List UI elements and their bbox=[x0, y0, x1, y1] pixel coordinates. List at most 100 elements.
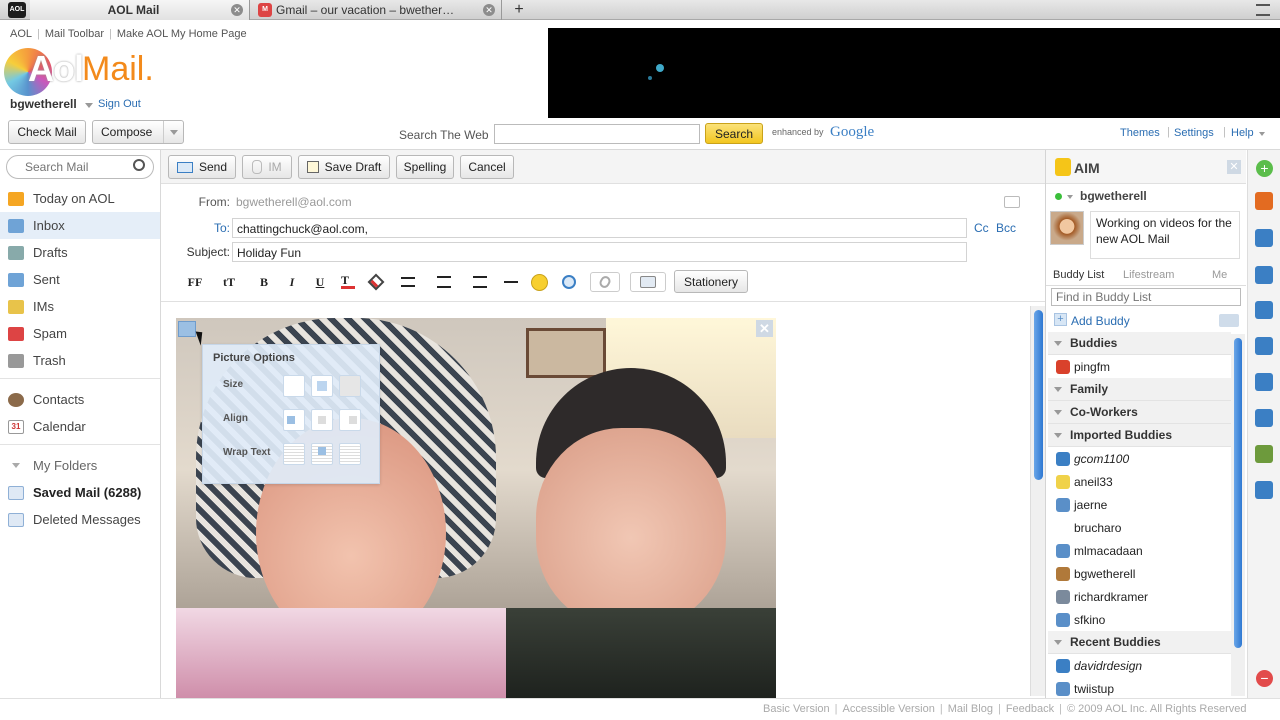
emoticon-icon[interactable] bbox=[529, 272, 549, 292]
italic-button[interactable]: I bbox=[283, 272, 301, 292]
insert-link-icon[interactable] bbox=[560, 272, 578, 292]
bcc-link[interactable]: Bcc bbox=[996, 221, 1016, 235]
aol-gadget-icon[interactable] bbox=[1255, 481, 1273, 499]
help-link[interactable]: Help bbox=[1231, 127, 1254, 139]
my-folder-item[interactable]: Deleted Messages bbox=[0, 506, 160, 533]
scroll-thumb[interactable] bbox=[1234, 338, 1242, 648]
wrap-right-option[interactable] bbox=[339, 443, 361, 465]
check-mail-button[interactable]: Check Mail bbox=[8, 120, 86, 144]
align-icon[interactable] bbox=[395, 272, 421, 292]
indent-icon[interactable] bbox=[467, 272, 493, 292]
advertisement-banner[interactable] bbox=[548, 28, 1280, 118]
buddy-list-scrollbar[interactable] bbox=[1231, 334, 1245, 696]
attach-paperclip-icon[interactable] bbox=[590, 272, 620, 292]
sidebar-item-sent[interactable]: Sent bbox=[0, 266, 160, 293]
buddy-item[interactable]: bgwetherell bbox=[1050, 562, 1230, 585]
add-buddy-icon[interactable]: + bbox=[1054, 313, 1067, 326]
buddy-item[interactable]: jaerne bbox=[1050, 493, 1230, 516]
my-folder-item[interactable]: Saved Mail (6288) bbox=[0, 479, 160, 506]
image-options-handle-icon[interactable] bbox=[178, 321, 196, 337]
remove-image-icon[interactable]: ✕ bbox=[756, 320, 773, 337]
buddy-item[interactable]: richardkramer bbox=[1050, 585, 1230, 608]
close-tab-icon[interactable]: ✕ bbox=[483, 4, 495, 16]
buddy-item[interactable]: aneil33 bbox=[1050, 470, 1230, 493]
new-tab-button[interactable]: + bbox=[508, 0, 530, 20]
font-size-button[interactable]: tT bbox=[218, 272, 240, 292]
mail-blog-link[interactable]: Mail Blog bbox=[948, 703, 993, 715]
search-icon[interactable] bbox=[133, 159, 145, 171]
aim-gadget-icon[interactable] bbox=[1255, 192, 1273, 210]
status-chevron-icon[interactable] bbox=[1067, 195, 1073, 199]
align-center-option[interactable] bbox=[311, 409, 333, 431]
online-status-icon[interactable] bbox=[1055, 193, 1062, 200]
make-homepage-link[interactable]: Make AOL My Home Page bbox=[117, 28, 247, 40]
search-mail-box[interactable] bbox=[6, 155, 154, 179]
tab-list-icon[interactable] bbox=[1256, 4, 1270, 16]
save-draft-button[interactable]: Save Draft bbox=[298, 155, 390, 179]
tab-me[interactable]: Me bbox=[1212, 269, 1227, 281]
find-buddy-input[interactable] bbox=[1051, 288, 1241, 306]
size-large-option[interactable] bbox=[339, 375, 361, 397]
sidebar-item-ims[interactable]: IMs bbox=[0, 293, 160, 320]
underline-button[interactable]: U bbox=[311, 272, 329, 292]
text-color-icon[interactable]: T bbox=[339, 272, 357, 292]
buddy-group-imported-buddies[interactable]: Imported Buddies bbox=[1048, 424, 1231, 447]
search-web-input[interactable] bbox=[494, 124, 700, 144]
favorites-gadget-icon[interactable] bbox=[1255, 337, 1273, 355]
weather-gadget-icon[interactable] bbox=[1255, 445, 1273, 463]
search-web-button[interactable]: Search bbox=[705, 123, 763, 144]
news-gadget-icon[interactable] bbox=[1255, 373, 1273, 391]
sign-out-link[interactable]: Sign Out bbox=[98, 98, 141, 110]
tab-aol-mail[interactable]: AOL Mail ✕ bbox=[30, 0, 250, 20]
app-menu-icon[interactable]: AOL bbox=[8, 2, 26, 18]
tasks-gadget-icon[interactable] bbox=[1255, 301, 1273, 319]
font-family-button[interactable]: FF bbox=[184, 272, 206, 292]
contacts-gadget-icon[interactable] bbox=[1255, 229, 1273, 247]
sidebar-item-drafts[interactable]: Drafts bbox=[0, 239, 160, 266]
my-folders-header[interactable]: My Folders bbox=[0, 452, 160, 479]
buddy-item[interactable]: brucharo bbox=[1050, 516, 1230, 539]
highlight-color-icon[interactable] bbox=[367, 272, 385, 292]
wrap-none-option[interactable] bbox=[283, 443, 305, 465]
subject-field[interactable]: Holiday Fun bbox=[232, 242, 967, 262]
im-button[interactable]: IM bbox=[242, 155, 292, 179]
insert-photo-icon[interactable] bbox=[630, 272, 666, 292]
stationery-button[interactable]: Stationery bbox=[674, 270, 748, 293]
buddy-group-co-workers[interactable]: Co-Workers bbox=[1048, 401, 1231, 424]
to-field[interactable]: chattingchuck@aol.com, bbox=[232, 218, 967, 238]
wrap-left-option[interactable] bbox=[311, 443, 333, 465]
scroll-thumb[interactable] bbox=[1034, 310, 1043, 480]
mail-toolbar-link[interactable]: Mail Toolbar bbox=[45, 28, 104, 40]
buddy-item[interactable]: sfkino bbox=[1050, 608, 1230, 631]
compose-button[interactable]: Compose bbox=[92, 120, 184, 144]
sidebar-item-calendar[interactable]: 31 Calendar bbox=[0, 413, 160, 440]
add-gadget-icon[interactable]: + bbox=[1256, 160, 1273, 177]
size-medium-option[interactable] bbox=[311, 375, 333, 397]
close-tab-icon[interactable]: ✕ bbox=[231, 4, 243, 16]
buddy-item[interactable]: pingfm bbox=[1050, 355, 1230, 378]
send-button[interactable]: Send bbox=[168, 155, 236, 179]
bold-button[interactable]: B bbox=[255, 272, 273, 292]
horizontal-rule-icon[interactable] bbox=[502, 272, 520, 292]
buddy-item[interactable]: twiistup bbox=[1050, 677, 1230, 700]
buddy-group-recent-buddies[interactable]: Recent Buddies bbox=[1048, 631, 1231, 654]
aol-mail-logo[interactable]: Aol Mail. bbox=[4, 42, 164, 102]
status-message[interactable]: Working on videos for the new AOL Mail bbox=[1090, 211, 1240, 259]
buddy-item[interactable]: gcom1100 bbox=[1050, 447, 1230, 470]
align-left-option[interactable] bbox=[283, 409, 305, 431]
add-buddy-link[interactable]: Add Buddy bbox=[1071, 314, 1130, 328]
cancel-button[interactable]: Cancel bbox=[460, 155, 514, 179]
buddy-item[interactable]: mlmacadaan bbox=[1050, 539, 1230, 562]
tab-lifestream[interactable]: Lifestream bbox=[1123, 269, 1174, 281]
tab-buddy-list[interactable]: Buddy List bbox=[1053, 269, 1104, 281]
sidebar-item-spam[interactable]: Spam bbox=[0, 320, 160, 347]
close-aim-icon[interactable]: ✕ bbox=[1227, 160, 1241, 174]
remove-gadget-icon[interactable]: − bbox=[1256, 670, 1273, 687]
feedback-link[interactable]: Feedback bbox=[1006, 703, 1054, 715]
sidebar-item-inbox[interactable]: Inbox bbox=[0, 212, 160, 239]
settings-link[interactable]: Settings bbox=[1174, 127, 1214, 139]
people-gadget-icon[interactable] bbox=[1255, 409, 1273, 427]
themes-link[interactable]: Themes bbox=[1120, 127, 1160, 139]
spelling-button[interactable]: Spelling bbox=[396, 155, 454, 179]
user-menu-chevron-icon[interactable] bbox=[85, 103, 93, 108]
